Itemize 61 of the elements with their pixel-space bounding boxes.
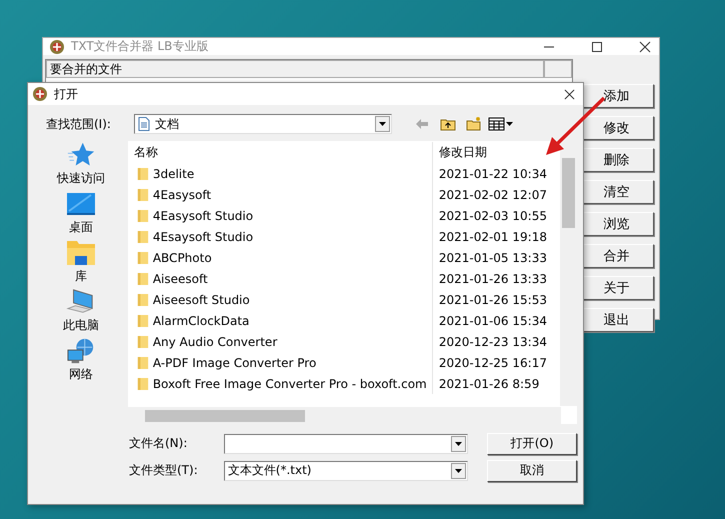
place-item[interactable]: 库 xyxy=(64,239,97,285)
library-folder-icon xyxy=(64,239,97,267)
close-icon[interactable] xyxy=(639,40,651,52)
folder-icon xyxy=(136,292,149,308)
column-header-blank xyxy=(544,60,572,78)
folder-item[interactable]: ABCPhoto xyxy=(128,247,433,268)
folder-icon xyxy=(136,334,149,350)
folder-item[interactable]: Any Audio Converter xyxy=(128,331,433,352)
new-folder-icon[interactable] xyxy=(466,116,482,132)
look-in-label: 查找范围(I): xyxy=(46,116,112,132)
place-item[interactable]: 快速访问 xyxy=(56,141,105,187)
modified-date: 2021-01-06 15:34 xyxy=(438,314,547,328)
file-name-label: 文件名(N): xyxy=(129,435,188,452)
dialog-title: 打开 xyxy=(54,86,78,102)
cancel-button[interactable]: 取消 xyxy=(487,460,577,482)
app-icon xyxy=(32,86,48,102)
folder-icon xyxy=(136,250,149,266)
modified-date: 2021-02-01 19:18 xyxy=(438,230,547,244)
folder-item[interactable]: Boxoft Free Image Converter Pro - boxoft.com xyxy=(128,373,433,394)
folder-item[interactable]: 3delite xyxy=(128,163,433,184)
modified-date: 2021-01-26 15:53 xyxy=(438,292,547,306)
modified-date: 2021-02-02 12:07 xyxy=(438,188,547,202)
window-title: TXT文件合并器 LB专业版 xyxy=(71,38,208,55)
file-type-label: 文件类型(T): xyxy=(129,462,199,479)
view-menu-icon[interactable] xyxy=(488,116,514,132)
column-header[interactable]: 要合并的文件 xyxy=(46,60,544,78)
folder-item[interactable]: 4Easysoft Studio xyxy=(128,205,433,226)
monitor-icon xyxy=(64,190,97,218)
folder-icon xyxy=(136,376,149,392)
folder-item[interactable]: AlarmClockData xyxy=(128,310,433,331)
close-icon[interactable] xyxy=(564,88,575,100)
folder-item[interactable]: Aiseesoft xyxy=(128,268,433,289)
folder-icon xyxy=(136,354,149,370)
modified-date: 2021-01-26 13:33 xyxy=(438,272,547,286)
date-column-header[interactable]: 修改日期 xyxy=(432,144,487,160)
modified-date: 2021-01-22 10:34 xyxy=(438,166,547,180)
place-item[interactable]: 此电脑 xyxy=(62,288,99,334)
folder-icon xyxy=(136,270,149,286)
folder-item[interactable]: 4Esaysoft Studio xyxy=(128,226,433,247)
document-icon xyxy=(138,117,150,131)
modified-date: 2021-01-05 13:33 xyxy=(438,250,547,264)
modified-date: 2021-02-03 10:55 xyxy=(438,208,547,222)
folder-icon xyxy=(136,228,149,244)
folder-item[interactable]: A-PDF Image Converter Pro xyxy=(128,352,433,373)
look-in-dropdown[interactable]: 文档 xyxy=(134,114,392,134)
folder-icon xyxy=(136,312,149,328)
modified-date: 2020-12-25 16:17 xyxy=(438,356,547,370)
file-name-field[interactable] xyxy=(224,434,468,454)
place-item[interactable]: 桌面 xyxy=(64,190,97,236)
folder-icon xyxy=(136,186,149,202)
place-item[interactable]: 网络 xyxy=(64,337,97,383)
maximize-icon[interactable] xyxy=(591,40,603,52)
file-type-dropdown[interactable]: 文本文件(*.txt) xyxy=(224,460,468,480)
folder-item[interactable]: 4Easysoft xyxy=(128,184,433,205)
modified-date: 2021-01-26 8:59 xyxy=(438,376,540,390)
folder-icon xyxy=(136,166,149,182)
folder-item[interactable]: Aiseesoft Studio xyxy=(128,289,433,310)
open-button[interactable]: 打开(O) xyxy=(487,432,577,454)
folder-icon xyxy=(136,208,149,224)
modified-date: 2020-12-23 13:34 xyxy=(438,334,547,348)
name-column-header[interactable]: 名称 xyxy=(128,142,433,162)
